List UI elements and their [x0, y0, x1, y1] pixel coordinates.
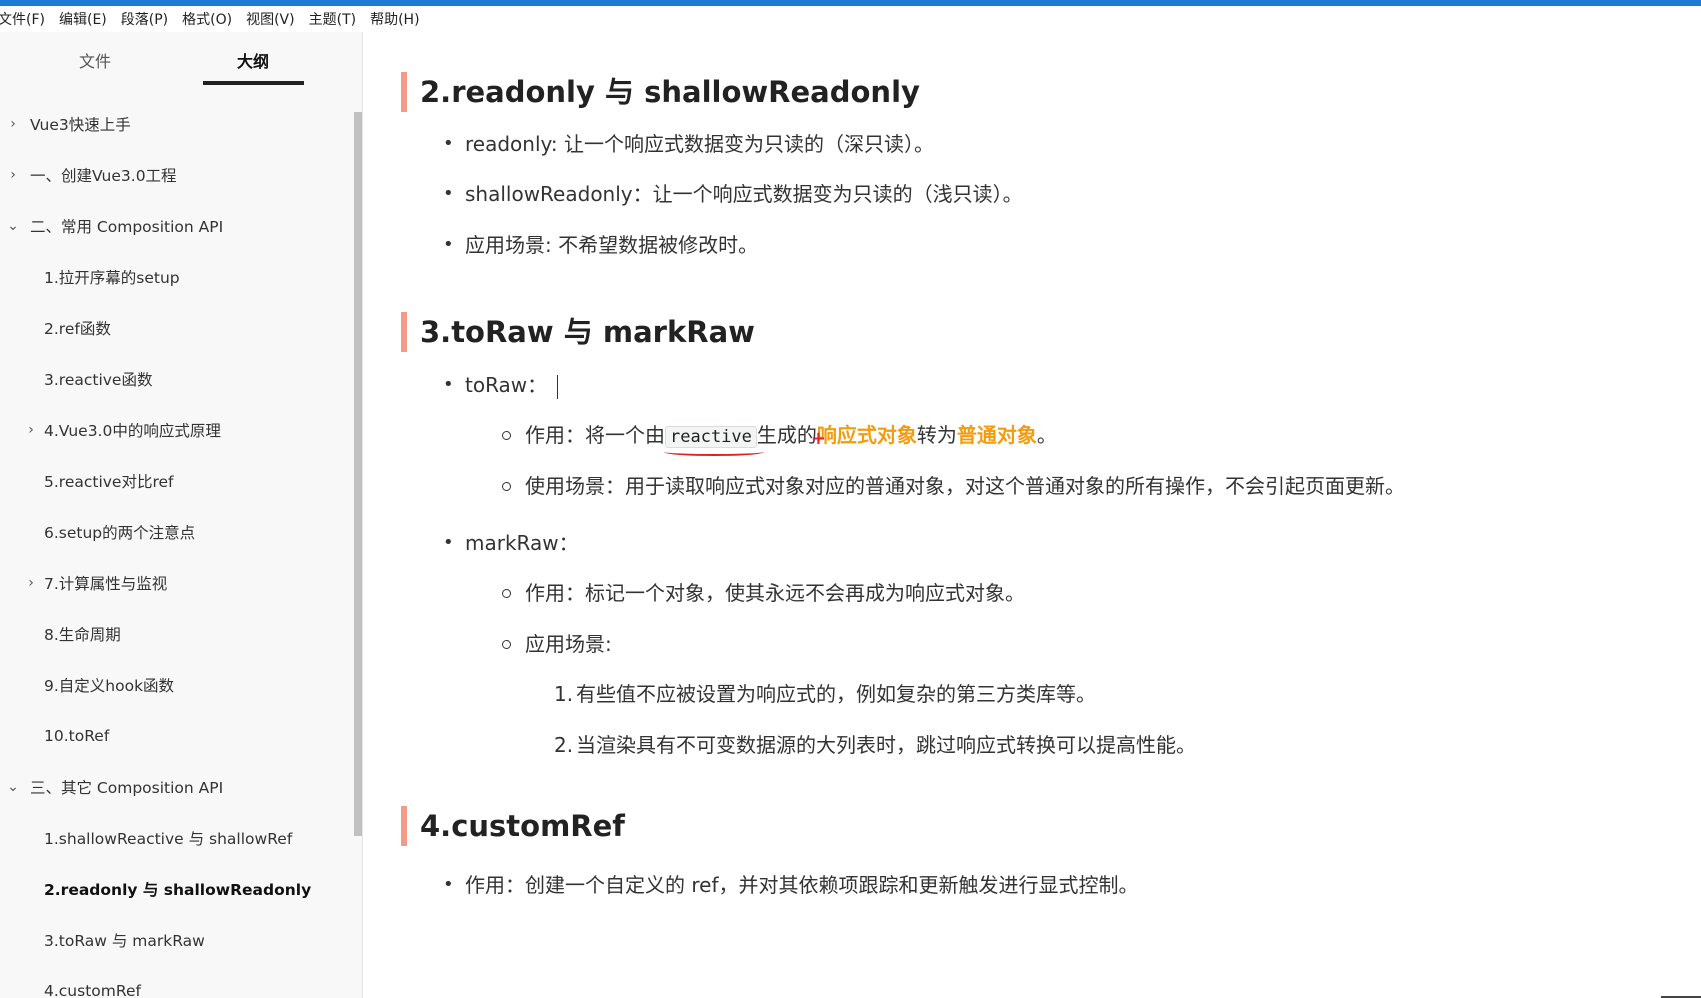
outline-item[interactable]: 2.ref函数 — [0, 302, 350, 353]
outline-item[interactable]: › 4.Vue3.0中的响应式原理 — [0, 404, 350, 455]
outline-item-label: 4.customRef — [44, 981, 141, 998]
list-number: 1. — [554, 682, 574, 706]
menu-format[interactable]: 格式(O) — [175, 9, 239, 29]
inline-code-text: reactive — [670, 427, 752, 447]
menu-theme[interactable]: 主题(T) — [302, 9, 363, 29]
menu-help[interactable]: 帮助(H) — [363, 9, 426, 29]
outline-item[interactable]: 10.toRef — [0, 710, 350, 761]
list-number: 2. — [554, 733, 574, 757]
outline-list: › Vue3快速上手 › 一、创建Vue3.0工程 ⌄ 二、常用 Compositio… — [0, 98, 350, 998]
list-item: toRaw： — [443, 371, 559, 399]
highlight-text: 响应式对象 — [816, 423, 917, 447]
heading-readonly: 2.readonly 与 shallowReadonly — [401, 72, 920, 112]
outline-item-label: 4.Vue3.0中的响应式原理 — [44, 421, 221, 440]
list-item: 作用：将一个由 reactive 生成的 + 响应式对象转为普通对象。 — [502, 421, 1057, 456]
outline-item-label: 二、常用 Composition API — [30, 217, 224, 236]
outline-item[interactable]: ⌄ 三、其它 Composition API — [0, 761, 350, 812]
menu-file[interactable]: 文件(F) — [0, 9, 52, 29]
outline-item[interactable]: 5.reactive对比ref — [0, 455, 350, 506]
crosshair-cursor-icon: + — [810, 428, 826, 449]
inline-code: reactive — [664, 426, 764, 456]
tab-file[interactable]: 文件 — [60, 48, 130, 72]
text-cursor — [557, 374, 559, 399]
outline-item-label: 5.reactive对比ref — [44, 472, 174, 491]
text-span: 转为 — [916, 423, 957, 447]
heading-customref: 4.customRef — [401, 806, 625, 846]
outline-item-label: 三、其它 Composition API — [30, 778, 224, 797]
text-span: 。 — [1036, 423, 1057, 447]
heading-toraw: 3.toRaw 与 markRaw — [401, 312, 755, 352]
text-span: 作用：将一个由 — [525, 423, 665, 447]
menu-bar: 文件(F) 编辑(E) 段落(P) 格式(O) 视图(V) 主题(T) 帮助(H… — [0, 6, 1701, 32]
outline-item-label: 1.shallowReactive 与 shallowRef — [44, 829, 293, 848]
outline-item-active[interactable]: 2.readonly 与 shallowReadonly — [0, 863, 350, 914]
outline-item-label: 一、创建Vue3.0工程 — [30, 166, 177, 185]
outline-item[interactable]: 1.拉开序幕的setup — [0, 251, 350, 302]
outline-item-label: Vue3快速上手 — [30, 115, 131, 134]
toraw-label: toRaw： — [465, 373, 548, 397]
outline-item[interactable]: 9.自定义hook函数 — [0, 659, 350, 710]
sidebar: 文件 大纲 › Vue3快速上手 › 一、创建Vue3.0工程 ⌄ 二、常用 Comp… — [0, 32, 363, 998]
outline-item[interactable]: 3.reactive函数 — [0, 353, 350, 404]
list-item: shallowReadonly：让一个响应式数据变为只读的（浅只读）。 — [443, 180, 1023, 208]
outline-item[interactable]: › Vue3快速上手 — [0, 98, 350, 149]
sidebar-scrollbar[interactable] — [354, 112, 362, 836]
outline-item[interactable]: 4.customRef — [0, 965, 350, 998]
list-item: 作用：创建一个自定义的 ref，并对其依赖项跟踪和更新触发进行显式控制。 — [443, 871, 1138, 899]
outline-item[interactable]: ⌄ 二、常用 Composition API — [0, 200, 350, 251]
menu-paragraph[interactable]: 段落(P) — [114, 9, 175, 29]
outline-item[interactable]: 8.生命周期 — [0, 608, 350, 659]
outline-item[interactable]: › 一、创建Vue3.0工程 — [0, 149, 350, 200]
highlight-text: 普通对象 — [956, 423, 1037, 447]
editor-content[interactable]: 2.readonly 与 shallowReadonly readonly: 让… — [363, 32, 1701, 998]
list-item: 应用场景: — [502, 632, 612, 656]
tab-outline[interactable]: 大纲 — [202, 48, 304, 72]
list-item: 作用：标记一个对象，使其永远不会再成为响应式对象。 — [502, 581, 1025, 605]
chevron-right-icon[interactable]: › — [6, 116, 20, 132]
numbered-item: 2. 当渲染具有不可变数据源的大列表时，跳过响应式转换可以提高性能。 — [554, 731, 1196, 759]
text-span: 生成的 — [756, 423, 817, 447]
list-item: markRaw： — [443, 529, 579, 557]
outline-item-label: 2.readonly 与 shallowReadonly — [44, 880, 312, 899]
outline-item-label: 9.自定义hook函数 — [44, 676, 175, 695]
outline-item-label: 2.ref函数 — [44, 319, 111, 338]
numbered-item-text: 有些值不应被设置为响应式的，例如复杂的第三方类库等。 — [576, 682, 1096, 706]
numbered-item: 1. 有些值不应被设置为响应式的，例如复杂的第三方类库等。 — [554, 680, 1096, 708]
outline-item[interactable]: 1.shallowReactive 与 shallowRef — [0, 812, 350, 863]
outline-item-label: 3.toRaw 与 markRaw — [44, 931, 205, 950]
list-item: 应用场景: 不希望数据被修改时。 — [443, 231, 758, 259]
numbered-item-text: 当渲染具有不可变数据源的大列表时，跳过响应式转换可以提高性能。 — [576, 733, 1196, 757]
outline-item[interactable]: 6.setup的两个注意点 — [0, 506, 350, 557]
chevron-right-icon[interactable]: › — [6, 167, 20, 183]
outline-item-label: 6.setup的两个注意点 — [44, 523, 196, 542]
chevron-right-icon[interactable]: › — [24, 575, 38, 591]
outline-item[interactable]: 3.toRaw 与 markRaw — [0, 914, 350, 965]
list-item: readonly: 让一个响应式数据变为只读的（深只读）。 — [443, 130, 934, 158]
outline-item-label: 10.toRef — [44, 726, 110, 745]
spellcheck-underline — [664, 448, 764, 456]
sidebar-tabs: 文件 大纲 — [0, 32, 362, 88]
chevron-down-icon[interactable]: ⌄ — [6, 779, 20, 795]
outline-item-label: 1.拉开序幕的setup — [44, 268, 180, 287]
list-item: 使用场景：用于读取响应式对象对应的普通对象，对这个普通对象的所有操作，不会引起页… — [502, 474, 1405, 498]
chevron-down-icon[interactable]: ⌄ — [6, 218, 20, 234]
menu-edit[interactable]: 编辑(E) — [52, 9, 114, 29]
menu-view[interactable]: 视图(V) — [239, 9, 302, 29]
outline-item[interactable]: › 7.计算属性与监视 — [0, 557, 350, 608]
outline-item-label: 7.计算属性与监视 — [44, 574, 168, 593]
chevron-right-icon[interactable]: › — [24, 422, 38, 438]
outline-item-label: 8.生命周期 — [44, 625, 121, 644]
highlight-wrapper: + 响应式对象 — [811, 423, 917, 449]
active-tab-indicator — [203, 81, 304, 85]
outline-item-label: 3.reactive函数 — [44, 370, 153, 389]
